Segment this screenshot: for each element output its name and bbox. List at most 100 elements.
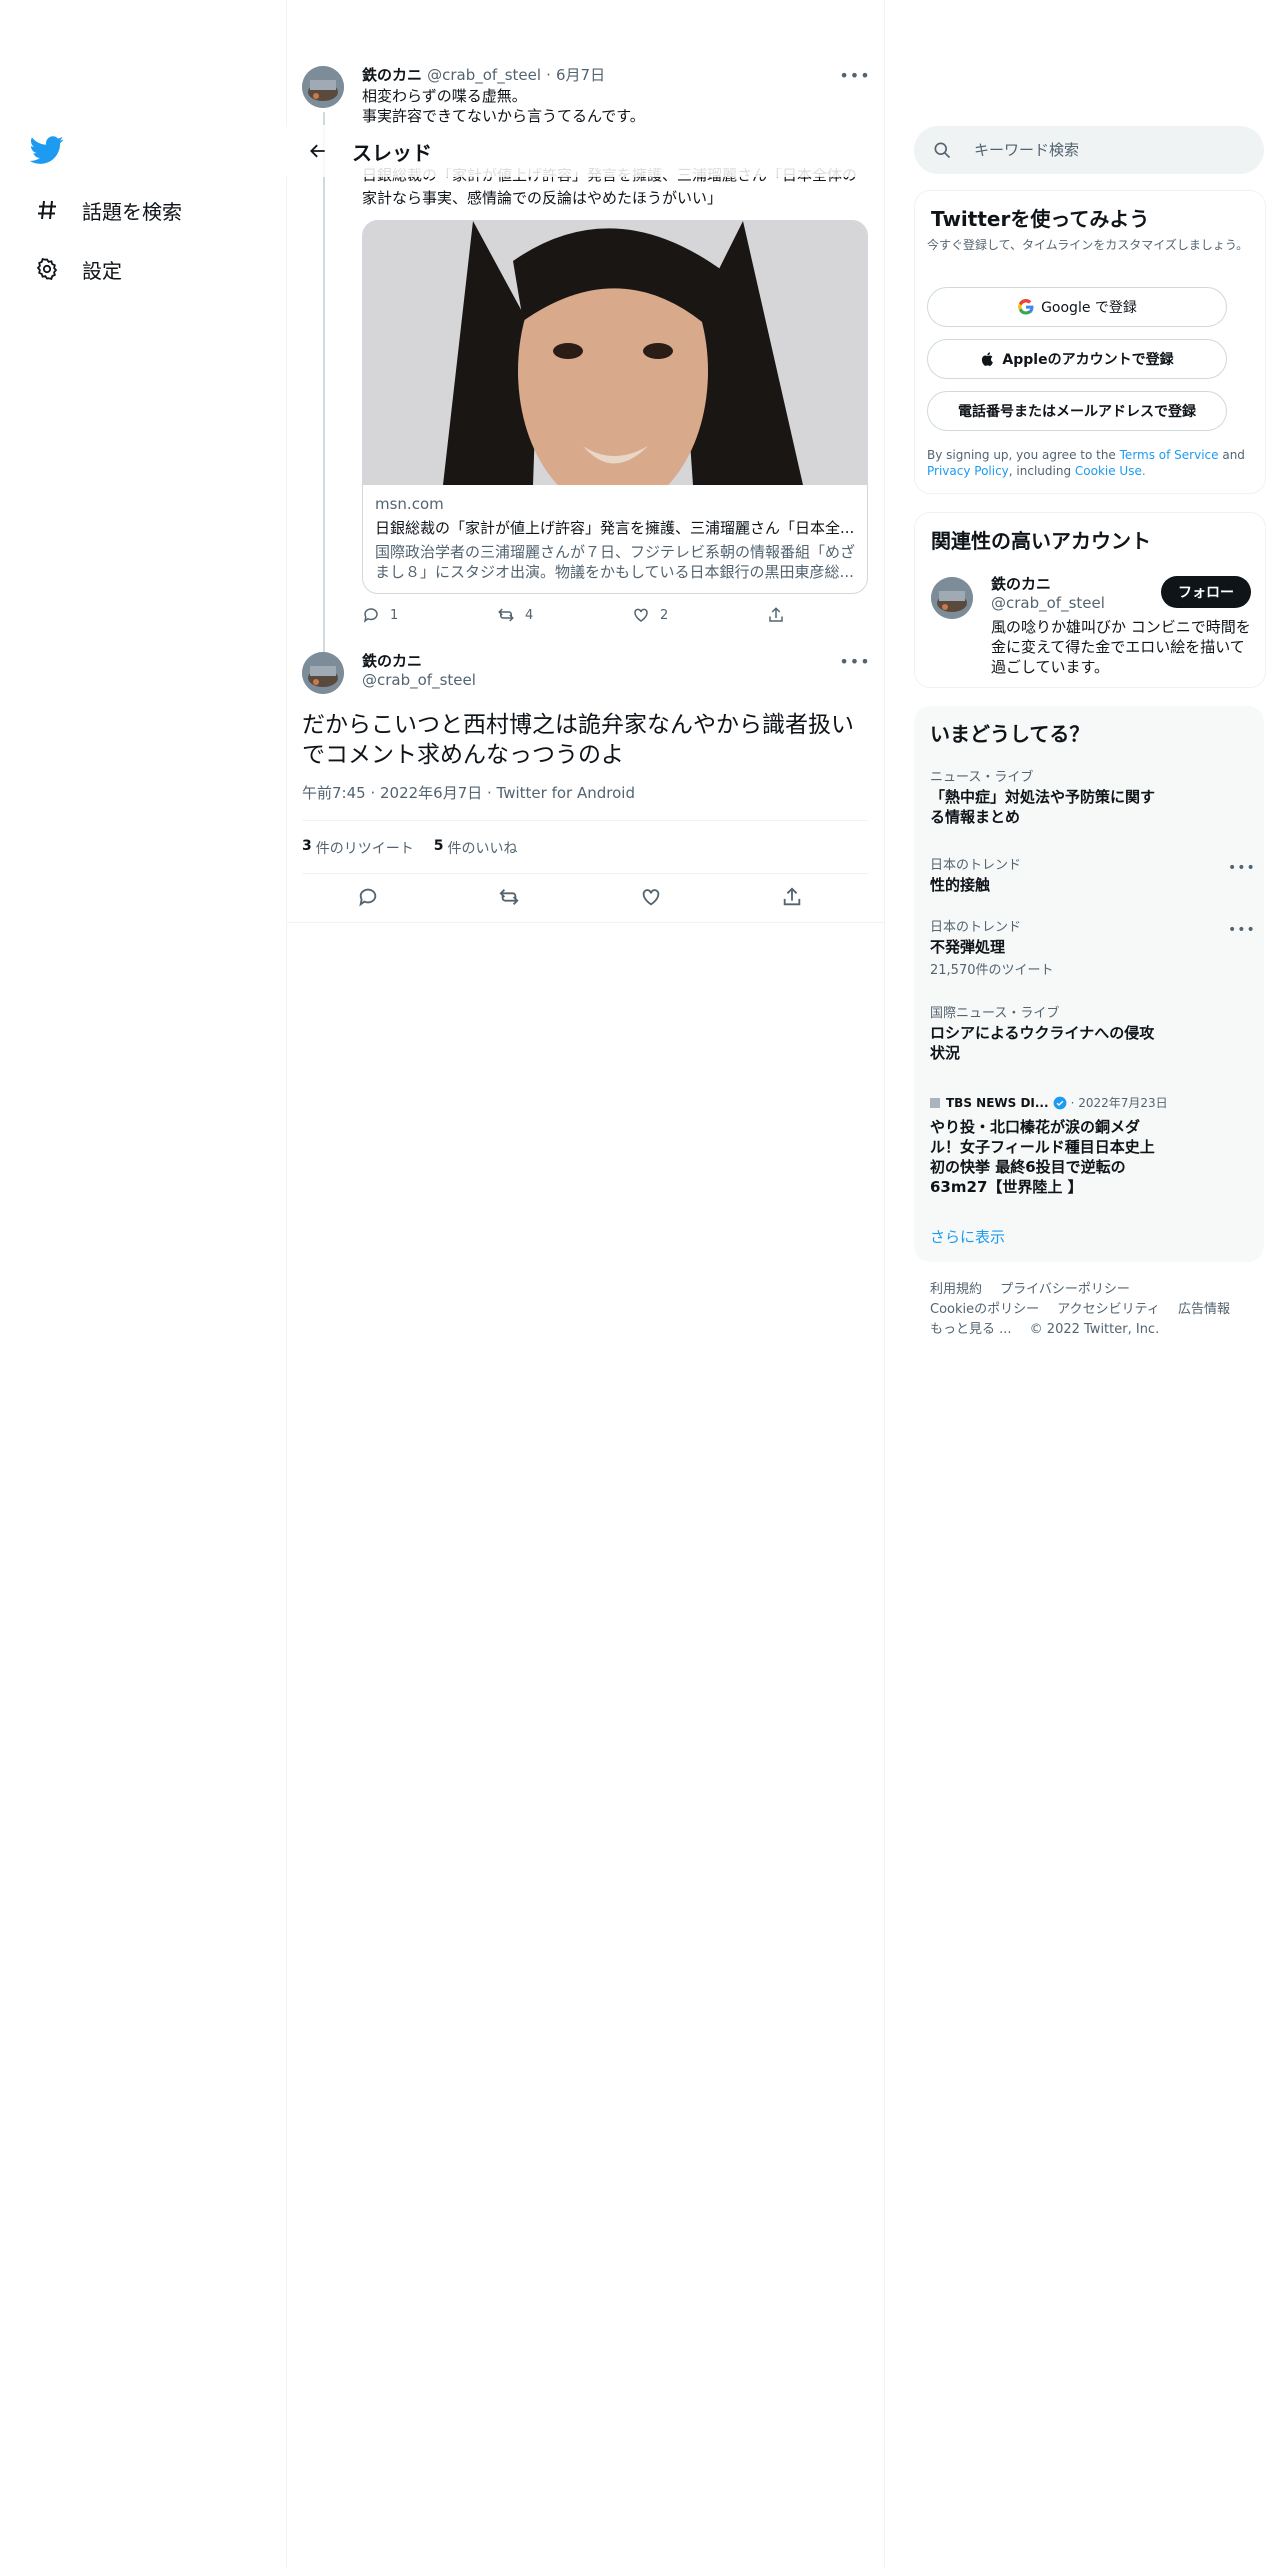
like-button[interactable]: 2 [632, 606, 767, 624]
author-handle[interactable]: @crab_of_steel [427, 66, 541, 84]
reply-count: 1 [390, 607, 399, 623]
terms-including: , including [1008, 464, 1075, 478]
main-tweet-author: 鉄のカニ @crab_of_steel [362, 650, 476, 689]
gear-icon [34, 256, 60, 282]
trend-item[interactable]: 日本のトレンド 不発弾処理 21,570件のツイート [930, 916, 1250, 978]
signup-panel: Twitterを使ってみよう 今すぐ登録して、タイムラインをカスタマイズしましょ… [914, 190, 1266, 494]
retweets-count: 3 [302, 838, 312, 854]
share-button[interactable] [781, 886, 813, 908]
privacy-link[interactable]: Privacy Policy [927, 464, 1009, 478]
trend-title: 不発弾処理 [930, 938, 1006, 956]
apple-signup-button[interactable]: Appleのアカウントで登録 [927, 339, 1227, 379]
likes-count: 5 [433, 838, 444, 854]
related-title: 関連性の高いアカウント [931, 529, 1151, 553]
author-name[interactable]: 鉄のカニ [362, 66, 422, 84]
trend-item[interactable]: ニュース・ライブ 「熱中症」対処法や予防策に関する情報まとめ [930, 766, 1250, 827]
trends-title: いまどうしてる？ [930, 722, 1090, 746]
related-name: 鉄のカニ [991, 575, 1052, 593]
avatar[interactable] [302, 652, 344, 694]
author-handle[interactable]: @crab_of_steel [362, 671, 476, 689]
news-item[interactable]: TBS NEWS DI... · 2022年7月23日 やり投・北口榛花が涙の銅… [930, 1094, 1250, 1197]
tweet-date[interactable]: 6月7日 [556, 66, 605, 84]
trend-item[interactable]: 日本のトレンド 性的接触 [930, 854, 1250, 895]
trend-tweet-count: 21,570件のツイート [930, 963, 1054, 978]
footer-more-link[interactable]: もっと見る ... [930, 1322, 1012, 1337]
tweet-line: 事実許容できてないから言うてるんです。 [362, 107, 645, 125]
divider [302, 873, 868, 874]
search-bar[interactable] [914, 126, 1264, 174]
divider [286, 922, 884, 923]
news-source-icon [930, 1097, 940, 1108]
footer-accessibility-link[interactable]: アクセシビリティ [1057, 1302, 1160, 1317]
trends-panel: いまどうしてる？ ニュース・ライブ 「熱中症」対処法や予防策に関する情報まとめ … [914, 706, 1264, 1262]
like-button[interactable] [640, 886, 672, 908]
card-description: 国際政治学者の三浦瑠麗さんが７日、フジテレビ系朝の情報番組「めざまし８」にスタジ… [375, 543, 855, 581]
card-image [363, 221, 867, 485]
nav-settings-label: 設定 [82, 258, 122, 283]
google-signup-button[interactable]: Google で登録 [927, 287, 1227, 327]
google-icon [1018, 299, 1034, 315]
more-icon[interactable]: ••• [1228, 922, 1255, 940]
show-more-link[interactable]: さらに表示 [930, 1226, 1005, 1247]
retweet-icon [499, 889, 519, 905]
retweet-button[interactable] [498, 886, 530, 908]
like-count: 2 [660, 607, 669, 623]
more-icon[interactable]: ••• [839, 650, 869, 672]
reply-icon [363, 608, 378, 623]
card-domain: msn.com [375, 495, 444, 513]
link-card[interactable]: msn.com 日銀総裁の「家計が値上げ許容」発言を擁護、三浦瑠麗さん「日本全.… [362, 220, 868, 594]
footer-privacy-link[interactable]: プライバシーポリシー [1000, 1282, 1130, 1297]
nav-settings[interactable]: 設定 [34, 249, 122, 289]
follow-button[interactable]: フォロー [1161, 576, 1251, 608]
trend-title: ロシアによるウクライナへの侵攻状況 [930, 1024, 1155, 1062]
nav-explore-label: 話題を検索 [82, 199, 182, 224]
retweets-stat[interactable]: 3 件のリツイート [302, 838, 414, 858]
share-icon [769, 607, 783, 622]
trend-item[interactable]: 国際ニュース・ライブ ロシアによるウクライナへの侵攻状況 [930, 1002, 1250, 1063]
reply-icon [359, 888, 376, 907]
avatar[interactable] [931, 577, 973, 619]
divider [302, 820, 868, 821]
reply-button[interactable]: 1 [362, 606, 497, 624]
search-icon [934, 142, 951, 159]
page-title: スレッド [352, 140, 432, 165]
parent-tweet-text: 相変わらずの喋る虚無。 事実許容できてないから言うてるんです。 [362, 86, 862, 126]
apple-icon [982, 352, 994, 366]
retweet-button[interactable]: 4 [497, 606, 632, 624]
copyright: © 2022 Twitter, Inc. [1029, 1322, 1160, 1337]
author-name[interactable]: 鉄のカニ [362, 650, 476, 671]
trend-category: 日本のトレンド [930, 858, 1022, 873]
footer-terms-link[interactable]: 利用規約 [930, 1282, 982, 1297]
news-date: · 2022年7月23日 [1070, 1096, 1168, 1110]
footer-ads-link[interactable]: 広告情報 [1178, 1302, 1230, 1317]
twitter-logo-icon[interactable] [29, 133, 64, 167]
nav-explore[interactable]: 話題を検索 [34, 190, 182, 230]
news-title: やり投・北口榛花が涙の銅メダル！女子フィールド種目日本史上初の快挙 最終6投目で… [930, 1118, 1155, 1196]
apple-signup-label: Appleのアカウントで登録 [1002, 352, 1174, 368]
related-account-info[interactable]: 鉄のカニ @crab_of_steel [991, 573, 1105, 612]
likes-stat[interactable]: 5 件のいいね [434, 838, 518, 858]
trend-title: 「熱中症」対処法や予防策に関する情報まとめ [930, 788, 1156, 826]
related-bio: 風の唸りか雄叫びか コンビニで時間を金に変えて得た金でエロい絵を描いて過ごしてい… [991, 618, 1251, 676]
share-button[interactable] [767, 606, 795, 624]
avatar[interactable] [302, 66, 344, 108]
cookie-link[interactable]: Cookie Use. [1075, 464, 1146, 478]
reply-button[interactable] [357, 886, 389, 908]
more-icon[interactable]: ••• [1228, 860, 1255, 878]
parent-tweet-header: 鉄のカニ @crab_of_steel · 6月7日 [362, 64, 782, 85]
more-icon[interactable]: ••• [839, 64, 869, 86]
back-arrow-icon[interactable] [300, 133, 336, 169]
news-source: TBS NEWS DI... [946, 1095, 1049, 1110]
trend-title: 性的接触 [930, 876, 991, 894]
retweets-label: 件のリツイート [315, 841, 414, 857]
phone-email-signup-button[interactable]: 電話番号またはメールアドレスで登録 [927, 391, 1227, 431]
search-input[interactable] [972, 140, 1256, 160]
tweet-timestamp[interactable]: 午前7:45 · 2022年6月7日 · Twitter for Android [302, 782, 635, 803]
trend-category: 日本のトレンド [930, 920, 1022, 935]
heart-icon [634, 608, 648, 622]
retweet-count: 4 [525, 607, 534, 623]
footer-cookie-link[interactable]: Cookieのポリシー [930, 1302, 1039, 1317]
terms-link[interactable]: Terms of Service [1120, 448, 1219, 462]
verified-badge-icon [1053, 1096, 1066, 1109]
quote-text: 家計なら事実、感情論での反論はやめたほうがいい」 [362, 189, 723, 207]
